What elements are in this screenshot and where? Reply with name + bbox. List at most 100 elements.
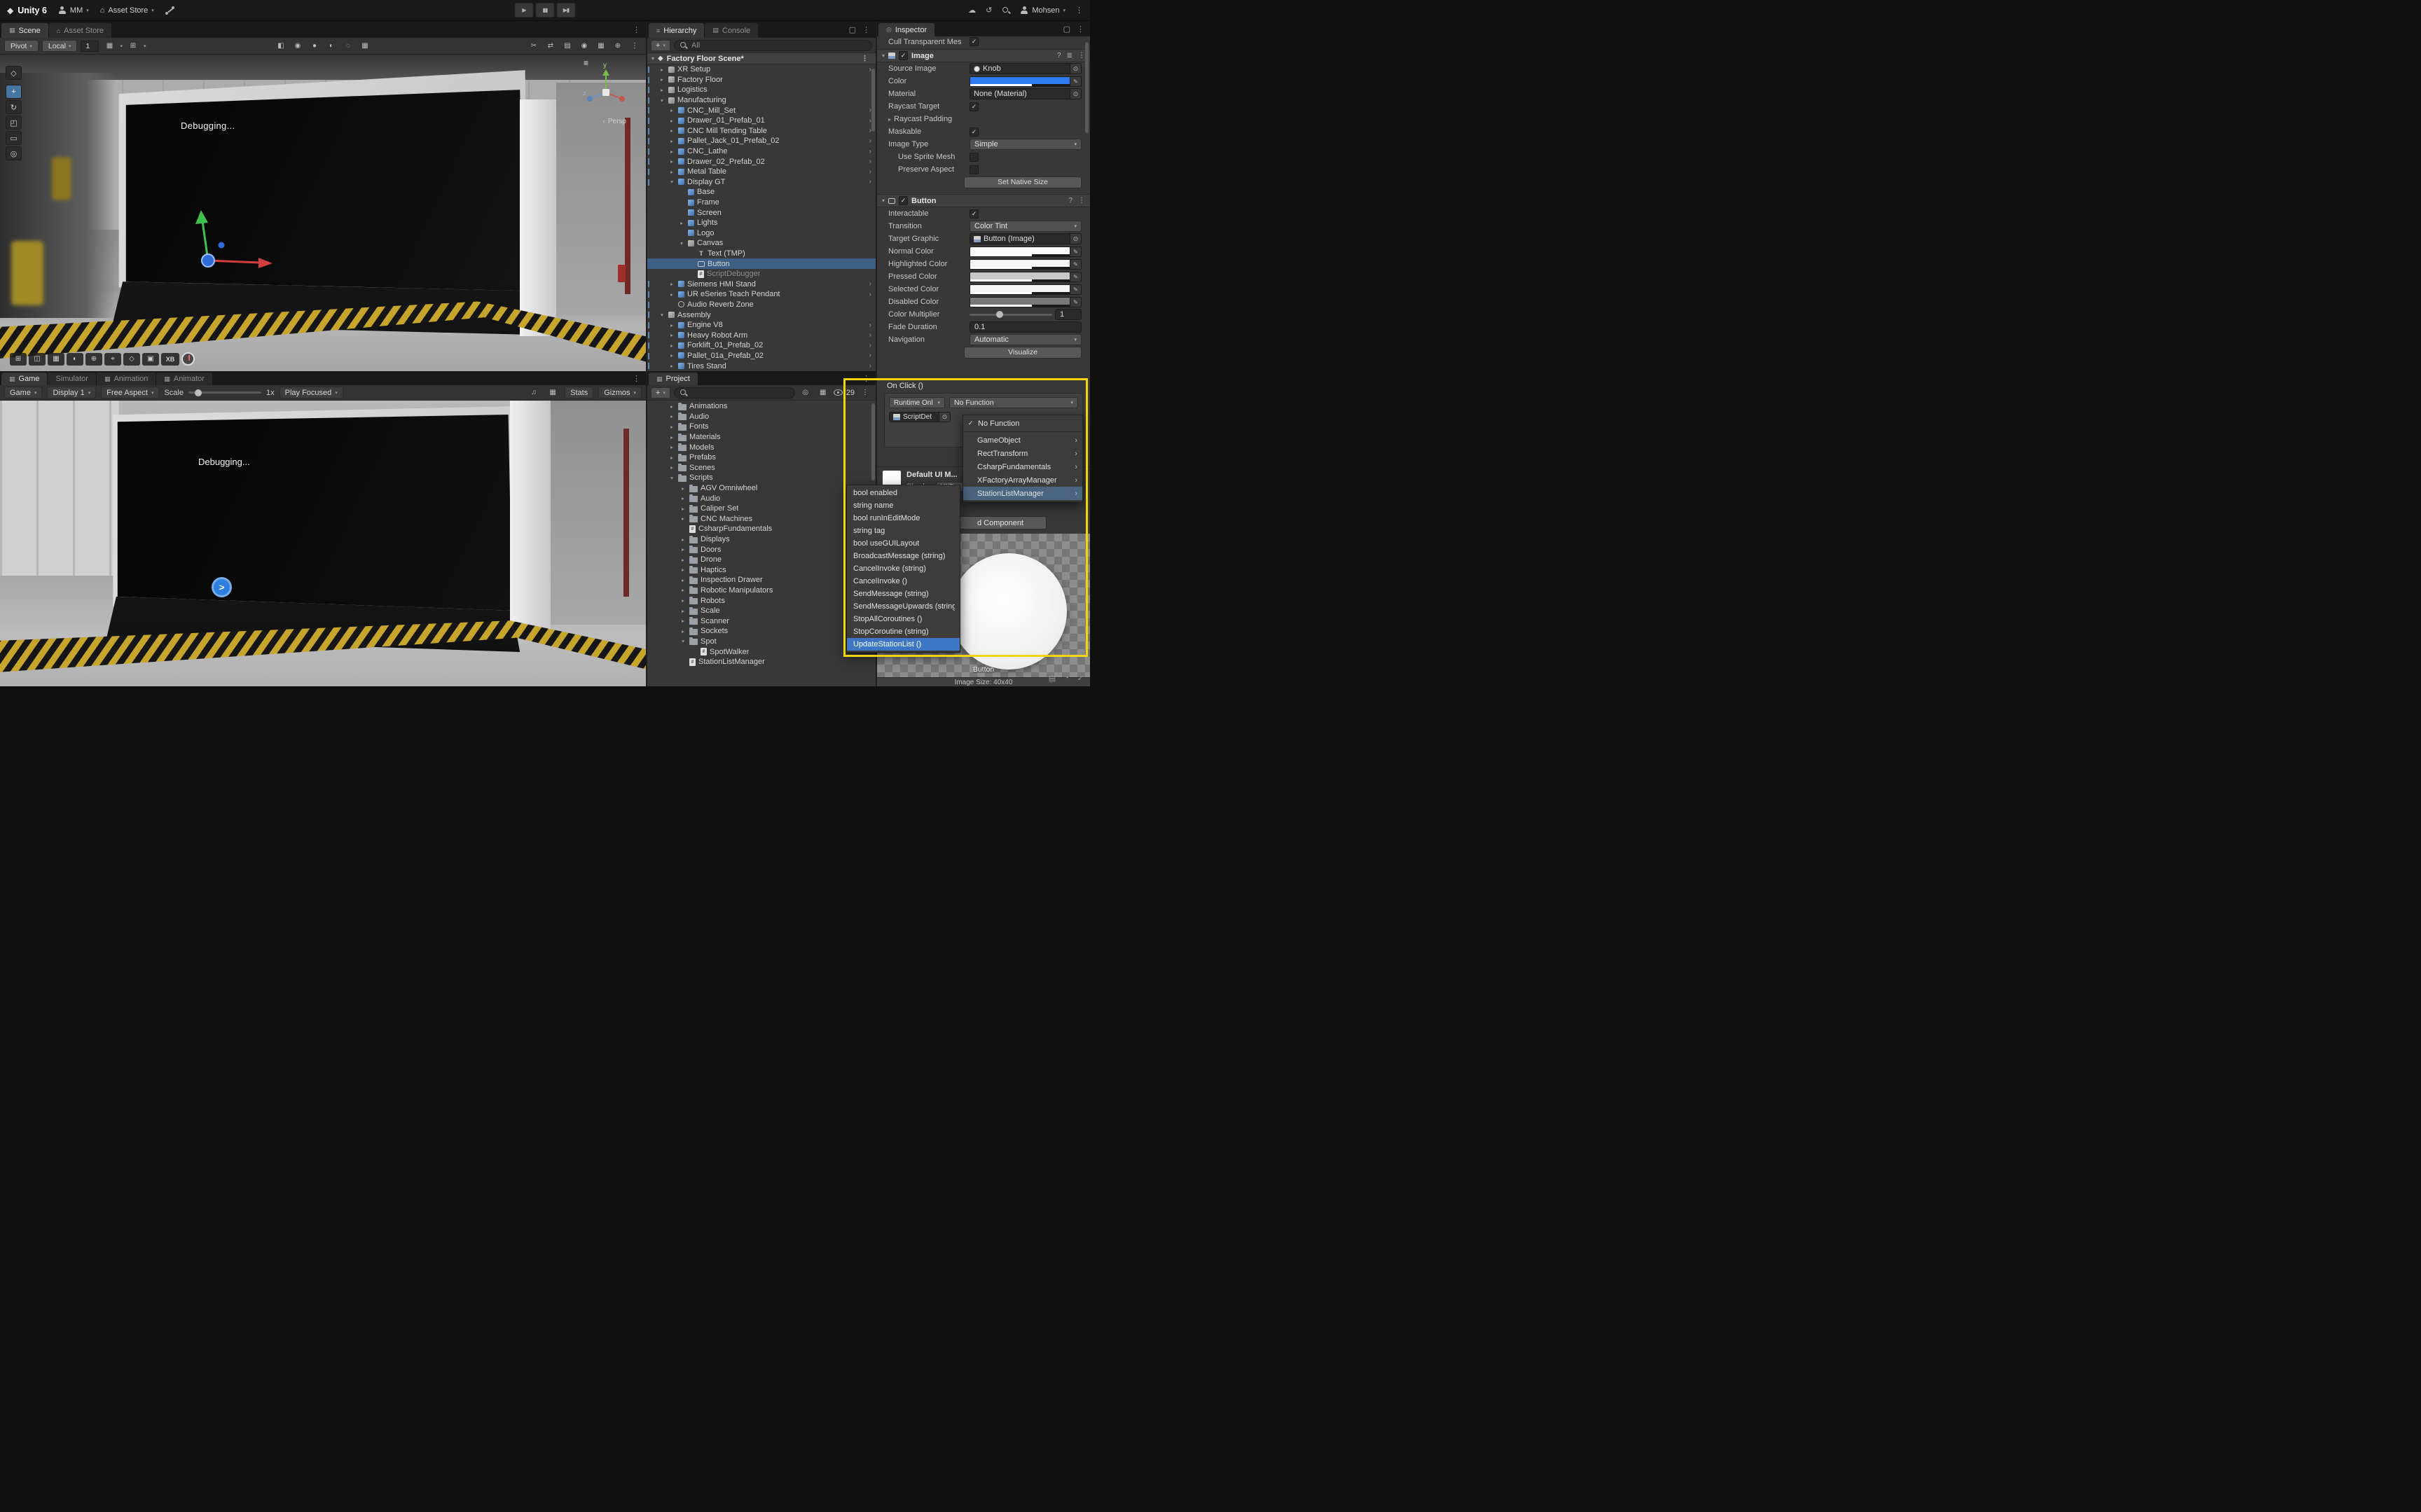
- color-field[interactable]: ✎: [970, 271, 1082, 282]
- lock-icon[interactable]: ▢: [1063, 25, 1070, 34]
- tab-console[interactable]: ▤ Console: [705, 23, 759, 38]
- grid-snap-button[interactable]: ▦: [102, 40, 116, 52]
- scene-view-toggle-icon[interactable]: ◐: [324, 40, 338, 52]
- object-field[interactable]: Button (Image) ⊙: [970, 233, 1082, 244]
- step-button[interactable]: ▶▮: [556, 3, 576, 18]
- hierarchy-item-engine-v8[interactable]: ▸ Engine V8 ›: [647, 320, 876, 331]
- game-viewport[interactable]: Debugging... >: [0, 401, 646, 686]
- prefab-open-chevron[interactable]: ›: [869, 106, 871, 114]
- user-account-dropdown[interactable]: Mohsen ▾: [1020, 6, 1065, 15]
- scene-overlay-icon[interactable]: ⌖: [104, 352, 121, 366]
- search-icon[interactable]: [1002, 6, 1010, 15]
- member-menu-item-string-name[interactable]: string name: [847, 499, 960, 512]
- transform-tool-button[interactable]: ◎: [6, 146, 22, 160]
- grid-size-input[interactable]: 1: [81, 40, 99, 52]
- member-menu-item-stopcoroutine-string[interactable]: StopCoroutine (string): [847, 625, 960, 638]
- menu-dots-icon[interactable]: ⋮: [633, 374, 640, 383]
- tab-animation[interactable]: ▦ Animation: [96, 373, 156, 385]
- scene-overlay-icon[interactable]: ◫: [29, 352, 46, 366]
- scene-overlay-icon[interactable]: ▣: [142, 352, 159, 366]
- prefab-open-chevron[interactable]: ›: [869, 148, 871, 155]
- scene-toolbar-icon[interactable]: ◉: [577, 40, 591, 52]
- axis-center-cube[interactable]: [602, 89, 609, 96]
- function-dropdown[interactable]: No Function ▾: [949, 397, 1078, 408]
- perspective-label[interactable]: ‹ Persp: [603, 118, 626, 125]
- prefab-open-chevron[interactable]: ›: [869, 127, 871, 134]
- eyedropper-icon[interactable]: ✎: [1070, 259, 1081, 269]
- chevron-down-icon[interactable]: ▾: [120, 43, 123, 49]
- project-item-drone[interactable]: ▸ Drone: [647, 555, 876, 565]
- object-picker-icon[interactable]: ⊙: [939, 412, 950, 422]
- axis-y-label[interactable]: y: [603, 62, 607, 69]
- hierarchy-item-metal-table[interactable]: ▸ Metal Table ›: [647, 167, 876, 177]
- add-component-button[interactable]: d Component: [954, 516, 1047, 529]
- menu-dots-icon[interactable]: ⋮: [861, 54, 869, 63]
- button-set-native-size[interactable]: Set Native Size: [964, 176, 1082, 188]
- project-item-audio[interactable]: ▸ Audio: [647, 493, 876, 504]
- scene-overlay-icon[interactable]: ⊕: [85, 352, 102, 366]
- project-item-sockets[interactable]: ▸ Sockets: [647, 626, 876, 637]
- scale-slider[interactable]: [188, 388, 261, 398]
- foldout-arrow-icon[interactable]: ▸: [678, 220, 685, 226]
- member-menu-item-stopallcoroutines[interactable]: StopAllCoroutines (): [847, 613, 960, 625]
- function-menu-item-stationlistmanager[interactable]: StationListManager ›: [963, 487, 1082, 500]
- scene-overlay-icon[interactable]: ▦: [48, 352, 64, 366]
- foldout-arrow-icon[interactable]: ▸: [668, 444, 675, 450]
- prefab-open-chevron[interactable]: ›: [869, 280, 871, 288]
- project-item-scale[interactable]: ▸ Scale: [647, 606, 876, 616]
- scene-toolbar-icon[interactable]: ✂: [527, 40, 541, 52]
- foldout-arrow-icon[interactable]: ▸: [668, 363, 675, 369]
- hierarchy-item-button[interactable]: Button: [647, 258, 876, 269]
- gizmo-center-handle[interactable]: [201, 254, 215, 268]
- menu-dots-icon[interactable]: ⋮: [1078, 52, 1085, 60]
- project-item-caliper-set[interactable]: ▸ Caliper Set: [647, 504, 876, 514]
- project-item-doors[interactable]: ▸ Doors: [647, 544, 876, 555]
- play-button[interactable]: ▶: [514, 3, 534, 18]
- scene-toolbar-icon[interactable]: ⊕: [611, 40, 625, 52]
- checkbox[interactable]: ✓: [970, 209, 979, 219]
- color-field[interactable]: ✎: [970, 246, 1082, 257]
- move-tool-button[interactable]: +: [6, 85, 22, 99]
- color-field[interactable]: ✎: [970, 296, 1082, 307]
- foldout-arrow-icon[interactable]: ▸: [680, 567, 687, 573]
- foldout-arrow-icon[interactable]: ▸: [680, 628, 687, 634]
- project-item-inspection-drawer[interactable]: ▸ Inspection Drawer: [647, 575, 876, 585]
- component-enabled-checkbox[interactable]: ✓: [899, 51, 909, 60]
- hierarchy-item-factory-floor[interactable]: ▸ Factory Floor: [647, 75, 876, 85]
- foldout-arrow-icon[interactable]: ▸: [680, 506, 687, 512]
- foldout-arrow-icon[interactable]: ▸: [668, 464, 675, 471]
- hierarchy-item-tires-stand[interactable]: ▸ Tires Stand ›: [647, 361, 876, 371]
- object-picker-icon[interactable]: ⊙: [1070, 234, 1081, 244]
- foldout-arrow-icon[interactable]: ▾: [668, 475, 675, 481]
- scene-root-row[interactable]: ▾ ◆ Factory Floor Scene* ⋮: [647, 53, 876, 64]
- display-dropdown[interactable]: Display 1 ▾: [47, 387, 97, 398]
- slider-handle[interactable]: [195, 389, 202, 396]
- color-field[interactable]: ✎: [970, 76, 1082, 87]
- project-item-displays[interactable]: ▸ Displays: [647, 534, 876, 545]
- foldout-arrow-icon[interactable]: ▸: [680, 485, 687, 492]
- foldout-arrow-icon[interactable]: ▸: [680, 597, 687, 604]
- xb-button[interactable]: XB: [161, 352, 179, 366]
- foldout-arrow-icon[interactable]: ▸: [668, 138, 675, 144]
- add-asset-button[interactable]: + ▾: [651, 387, 670, 398]
- axis-x-handle[interactable]: [619, 96, 625, 102]
- view-tool-button[interactable]: ◇: [6, 66, 22, 80]
- member-menu-item-bool-runineditmode[interactable]: bool runInEditMode: [847, 512, 960, 525]
- scene-view-toggle-icon[interactable]: ▦: [358, 40, 372, 52]
- eyedropper-icon[interactable]: ✎: [1070, 247, 1081, 256]
- lock-icon[interactable]: ▢: [849, 25, 856, 34]
- member-menu-item-bool-useguilayout[interactable]: bool useGUILayout: [847, 537, 960, 550]
- foldout-arrow-icon[interactable]: ▾: [678, 240, 685, 247]
- progress-icon[interactable]: ◔: [1064, 674, 1069, 683]
- menu-item-no-function[interactable]: ✓ No Function: [963, 417, 1082, 430]
- object-field[interactable]: None (Material) ⊙: [970, 88, 1082, 99]
- project-item-robotic-manipulators[interactable]: ▸ Robotic Manipulators: [647, 585, 876, 596]
- project-item-cnc-machines[interactable]: ▸ CNC Machines: [647, 514, 876, 525]
- member-menu-item-sendmessageupwards-string[interactable]: SendMessageUpwards (string): [847, 600, 960, 613]
- scene-view-toggle-icon[interactable]: ●: [308, 40, 322, 52]
- scene-toolbar-icon[interactable]: ▤: [560, 40, 574, 52]
- project-item-spotwalker[interactable]: # SpotWalker: [647, 646, 876, 657]
- asset-store-dropdown[interactable]: ⌂ Asset Store ▾: [100, 6, 154, 15]
- foldout-arrow-icon[interactable]: ▸: [668, 322, 675, 328]
- runtime-mode-dropdown[interactable]: Runtime Onl ▾: [889, 397, 945, 408]
